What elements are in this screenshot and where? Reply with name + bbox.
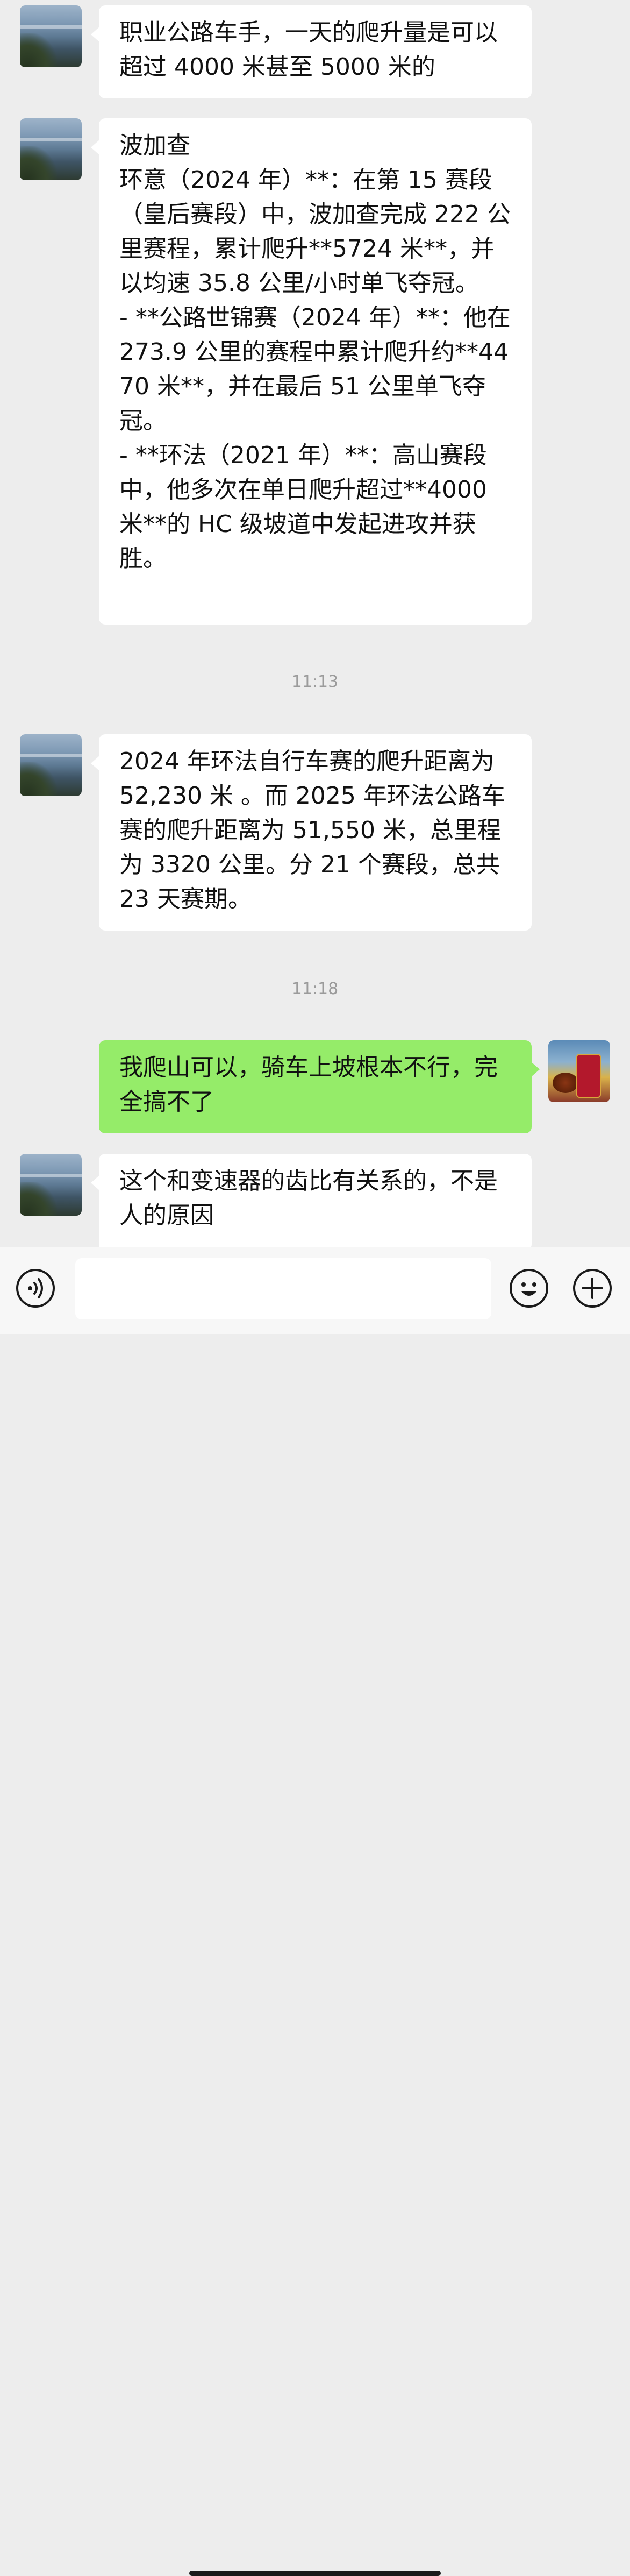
voice-icon (28, 1278, 43, 1298)
tea-can-graphic (576, 1054, 601, 1098)
peer-avatar[interactable] (20, 734, 82, 796)
self-avatar[interactable] (548, 1040, 610, 1102)
plus-icon (582, 1278, 603, 1299)
peer-avatar[interactable] (20, 5, 82, 67)
voice-button[interactable] (16, 1269, 55, 1308)
outgoing-message-bubble[interactable]: 我爬山可以，骑车上坡根本不行，完全搞不了 (99, 1040, 540, 1133)
emoji-button[interactable] (510, 1269, 548, 1308)
chat-area[interactable]: 职业公路车手，一天的爬升量是可以超过 4000 米甚至 5000 米的 波加查 … (0, 0, 630, 1247)
incoming-message-bubble[interactable]: 波加查 环意（2024 年）**：在第 15 赛段（皇后赛段）中，波加查完成 2… (91, 118, 532, 625)
timestamp: 11:13 (291, 672, 339, 691)
peer-avatar[interactable] (20, 1154, 82, 1216)
incoming-message-bubble[interactable]: 这个和变速器的齿比有关系的，不是人的原因 (91, 1154, 532, 1247)
timestamp: 11:18 (291, 980, 339, 998)
chat-input-bar (0, 1247, 630, 2576)
peer-avatar[interactable] (20, 118, 82, 180)
message-input[interactable] (75, 1258, 491, 1319)
incoming-message-bubble[interactable]: 职业公路车手，一天的爬升量是可以超过 4000 米甚至 5000 米的 (91, 5, 532, 98)
tea-bowl-graphic (553, 1073, 578, 1093)
emoji-icon (521, 1282, 536, 1296)
incoming-message-bubble[interactable]: 2024 年环法自行车赛的爬升距离为 52,230 米 。而 2025 年环法公… (91, 734, 532, 931)
plus-button[interactable] (573, 1269, 612, 1308)
home-indicator[interactable] (189, 2571, 441, 2576)
